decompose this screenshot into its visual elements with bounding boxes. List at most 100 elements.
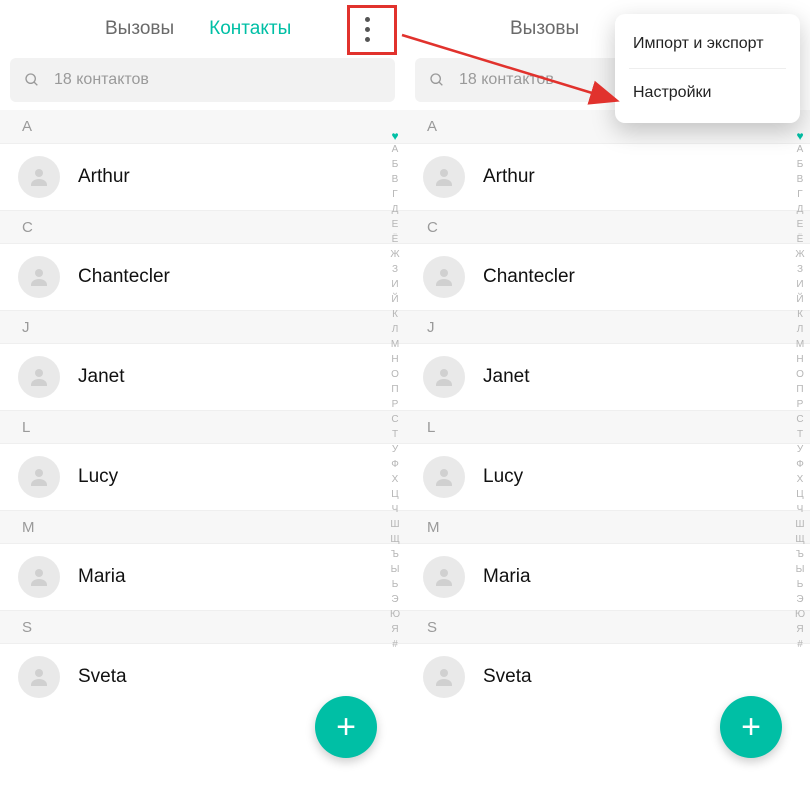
index-letter[interactable]: Ю <box>795 609 805 623</box>
index-letter[interactable]: В <box>797 174 804 188</box>
index-letter[interactable]: Д <box>797 204 804 218</box>
search-input[interactable]: 18 контактов <box>10 58 395 102</box>
index-letter[interactable]: Н <box>796 354 803 368</box>
contact-row[interactable]: Lucy <box>0 444 405 510</box>
contact-row[interactable]: Maria <box>0 544 405 610</box>
contact-row[interactable]: Maria <box>405 544 810 610</box>
avatar-icon <box>423 256 465 298</box>
contact-name: Lucy <box>483 466 523 488</box>
index-letter[interactable]: Ф <box>796 459 804 473</box>
index-letter[interactable]: Г <box>797 189 802 203</box>
index-letter[interactable]: П <box>391 384 398 398</box>
index-letter[interactable]: Е <box>797 219 804 233</box>
index-letter[interactable]: Ч <box>797 504 804 518</box>
index-letter[interactable]: Ц <box>796 489 803 503</box>
overflow-menu-button[interactable] <box>345 7 389 51</box>
index-letter[interactable]: И <box>391 279 398 293</box>
contact-row[interactable]: Chantecler <box>0 244 405 310</box>
contact-row[interactable]: Chantecler <box>405 244 810 310</box>
index-letter[interactable]: Ъ <box>796 549 804 563</box>
index-letter[interactable]: В <box>392 174 399 188</box>
alphabet-index[interactable]: ♥АБВГДЕЁЖЗИЙКЛМНОПРСТУФХЦЧШЩЪЫЬЭЮЯ# <box>387 130 403 653</box>
index-letter[interactable]: Ф <box>391 459 399 473</box>
tab-calls[interactable]: Вызовы <box>95 0 184 58</box>
contact-name: Janet <box>78 366 124 388</box>
index-letter[interactable]: Л <box>797 324 804 338</box>
index-letter[interactable]: М <box>391 339 399 353</box>
index-heart-icon[interactable]: ♥ <box>796 130 803 143</box>
section-header: J <box>405 310 810 344</box>
index-letter[interactable]: Ж <box>795 249 804 263</box>
index-letter[interactable]: Ц <box>391 489 398 503</box>
index-letter[interactable]: А <box>392 144 399 158</box>
tab-calls[interactable]: Вызовы <box>500 0 589 58</box>
index-letter[interactable]: Р <box>392 399 399 413</box>
index-letter[interactable]: # <box>797 639 803 653</box>
index-letter[interactable]: З <box>797 264 803 278</box>
index-letter[interactable]: Ё <box>797 234 804 248</box>
index-letter[interactable]: Э <box>391 594 398 608</box>
contact-row[interactable]: Arthur <box>0 144 405 210</box>
index-letter[interactable]: С <box>391 414 398 428</box>
index-letter[interactable]: А <box>797 144 804 158</box>
index-letter[interactable]: Ы <box>796 564 805 578</box>
index-letter[interactable]: Ш <box>795 519 804 533</box>
index-letter[interactable]: Ы <box>391 564 400 578</box>
index-letter[interactable]: Б <box>797 159 804 173</box>
index-letter[interactable]: Т <box>797 429 803 443</box>
contact-name: Sveta <box>78 666 127 688</box>
contact-row[interactable]: Janet <box>405 344 810 410</box>
index-letter[interactable]: У <box>392 444 398 458</box>
index-letter[interactable]: К <box>797 309 803 323</box>
index-letter[interactable]: И <box>796 279 803 293</box>
search-placeholder: 18 контактов <box>54 71 149 89</box>
index-letter[interactable]: Р <box>797 399 804 413</box>
index-letter[interactable]: Я <box>796 624 803 638</box>
index-letter[interactable]: Я <box>391 624 398 638</box>
index-letter[interactable]: Ш <box>390 519 399 533</box>
contact-name: Arthur <box>483 166 535 188</box>
index-letter[interactable]: Ю <box>390 609 400 623</box>
index-letter[interactable]: Г <box>392 189 397 203</box>
index-letter[interactable]: К <box>392 309 398 323</box>
index-letter[interactable]: Э <box>796 594 803 608</box>
index-letter[interactable]: Б <box>392 159 399 173</box>
index-letter[interactable]: О <box>391 369 399 383</box>
index-letter[interactable]: Й <box>391 294 398 308</box>
index-letter[interactable]: М <box>796 339 804 353</box>
index-letter[interactable]: # <box>392 639 398 653</box>
index-letter[interactable]: С <box>796 414 803 428</box>
contact-row[interactable]: Lucy <box>405 444 810 510</box>
tab-contacts[interactable]: Контакты <box>199 0 301 58</box>
index-letter[interactable]: Ь <box>392 579 399 593</box>
index-letter[interactable]: Й <box>796 294 803 308</box>
index-heart-icon[interactable]: ♥ <box>391 130 398 143</box>
index-letter[interactable]: Щ <box>795 534 804 548</box>
index-letter[interactable]: Л <box>392 324 399 338</box>
contact-name: Janet <box>483 366 529 388</box>
popup-item-settings[interactable]: Настройки <box>615 69 800 117</box>
contact-row[interactable]: Arthur <box>405 144 810 210</box>
add-contact-fab[interactable]: + <box>720 696 782 758</box>
index-letter[interactable]: У <box>797 444 803 458</box>
index-letter[interactable]: Ж <box>390 249 399 263</box>
alphabet-index[interactable]: ♥АБВГДЕЁЖЗИЙКЛМНОПРСТУФХЦЧШЩЪЫЬЭЮЯ# <box>792 130 808 653</box>
index-letter[interactable]: Ё <box>392 234 399 248</box>
index-letter[interactable]: Т <box>392 429 398 443</box>
index-letter[interactable]: Ч <box>392 504 399 518</box>
add-contact-fab[interactable]: + <box>315 696 377 758</box>
index-letter[interactable]: Х <box>797 474 804 488</box>
contact-name: Maria <box>483 566 531 588</box>
index-letter[interactable]: Е <box>392 219 399 233</box>
index-letter[interactable]: П <box>796 384 803 398</box>
index-letter[interactable]: О <box>796 369 804 383</box>
index-letter[interactable]: Ъ <box>391 549 399 563</box>
contact-row[interactable]: Janet <box>0 344 405 410</box>
popup-item-import-export[interactable]: Импорт и экспорт <box>615 20 800 68</box>
index-letter[interactable]: Ь <box>797 579 804 593</box>
index-letter[interactable]: Щ <box>390 534 399 548</box>
index-letter[interactable]: Х <box>392 474 399 488</box>
index-letter[interactable]: З <box>392 264 398 278</box>
index-letter[interactable]: Д <box>392 204 399 218</box>
index-letter[interactable]: Н <box>391 354 398 368</box>
